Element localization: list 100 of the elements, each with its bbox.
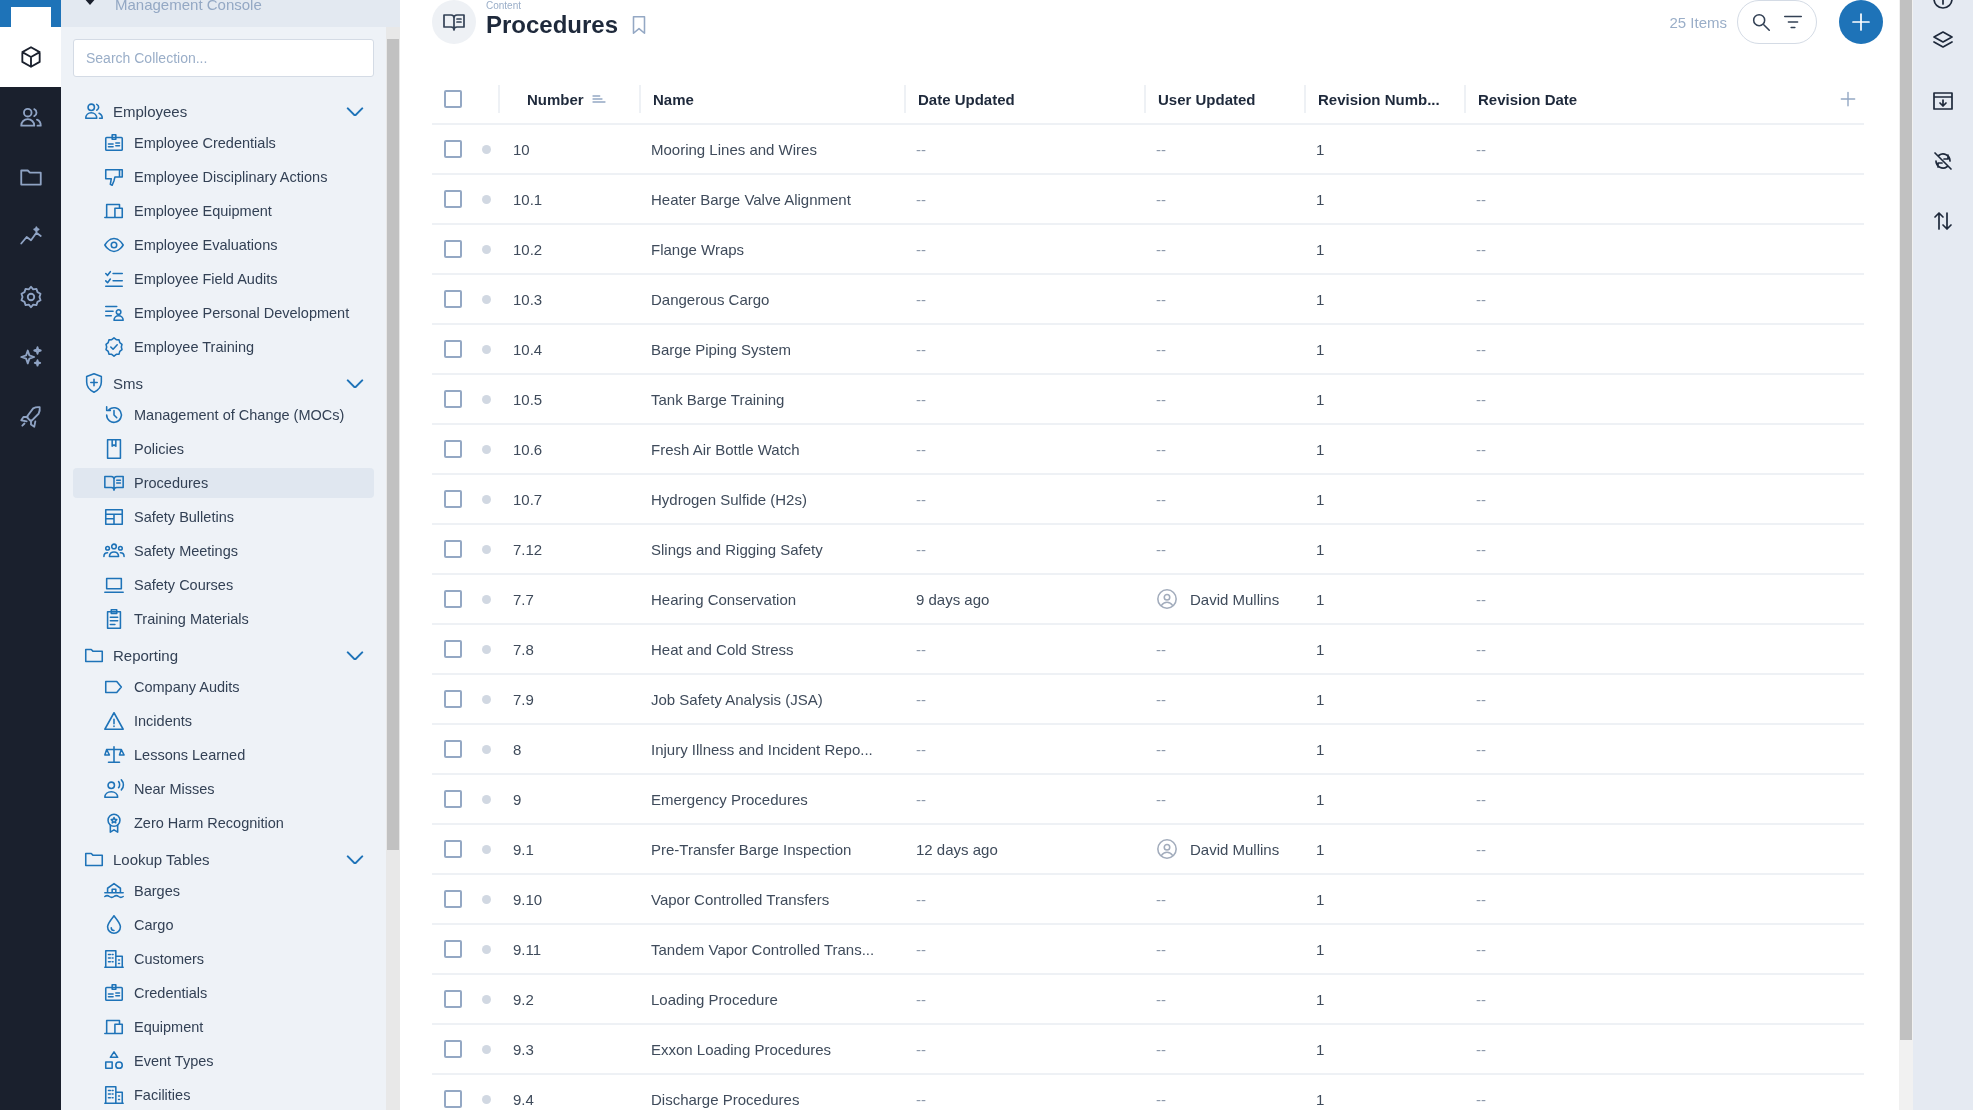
- column-header[interactable]: Number: [527, 90, 584, 108]
- row-checkbox[interactable]: [444, 540, 462, 558]
- nav-item[interactable]: Cargo: [73, 910, 374, 940]
- table-cell: --: [1156, 340, 1166, 358]
- row-checkbox[interactable]: [444, 340, 462, 358]
- table-cell: Discharge Procedures: [651, 1090, 800, 1108]
- nav-item[interactable]: Safety Courses: [73, 570, 374, 600]
- row-checkbox[interactable]: [444, 590, 462, 608]
- nav-item[interactable]: Procedures: [73, 468, 374, 498]
- status-dot: [482, 794, 491, 804]
- table-cell: 10.4: [513, 340, 543, 358]
- table-cell: --: [916, 790, 926, 808]
- search-field[interactable]: Search Collection...: [73, 39, 374, 77]
- nav-item[interactable]: Barges: [73, 876, 374, 906]
- id-badge-icon: [103, 982, 125, 1004]
- nav-item[interactable]: Zero Harm Recognition: [73, 808, 374, 838]
- column-header[interactable]: User Updated: [1158, 90, 1256, 108]
- rail-button[interactable]: [0, 27, 61, 87]
- scrollbar[interactable]: [386, 27, 400, 1110]
- scale-icon: [103, 744, 125, 766]
- row-checkbox[interactable]: [444, 1040, 462, 1058]
- nav-item[interactable]: Customers: [73, 944, 374, 974]
- nav-item[interactable]: Employee Disciplinary Actions: [73, 162, 374, 192]
- scrollbar[interactable]: [1899, 0, 1913, 1110]
- table-cell: --: [1476, 490, 1486, 508]
- table-cell: --: [1156, 240, 1166, 258]
- nav-item[interactable]: Employee Evaluations: [73, 230, 374, 260]
- nav-item[interactable]: Incidents: [73, 706, 374, 736]
- nav-item[interactable]: Credentials: [73, 978, 374, 1008]
- column-header[interactable]: Date Updated: [918, 90, 1015, 108]
- nav-item[interactable]: Management of Change (MOCs): [73, 400, 374, 430]
- nav-item[interactable]: Event Types: [73, 1046, 374, 1076]
- nav-item[interactable]: Employee Training: [73, 332, 374, 362]
- book-icon-button[interactable]: [432, 0, 476, 44]
- nav-group[interactable]: Reporting: [73, 638, 374, 672]
- table-cell: 10: [513, 140, 530, 158]
- table-cell: 1: [1316, 990, 1325, 1008]
- table-cell: 8: [513, 740, 522, 758]
- nav-item[interactable]: Employee Credentials: [73, 128, 374, 158]
- nav-item[interactable]: Training Materials: [73, 604, 374, 634]
- table-cell: Slings and Rigging Safety: [651, 540, 823, 558]
- row-checkbox[interactable]: [444, 390, 462, 408]
- nav-item[interactable]: Employee Personal Development: [73, 298, 374, 328]
- search-filter-pill[interactable]: [1737, 0, 1817, 44]
- nav-item[interactable]: Safety Meetings: [73, 536, 374, 566]
- add-button[interactable]: [1839, 0, 1883, 44]
- column-header[interactable]: Name: [653, 90, 694, 108]
- plus-icon: [1849, 10, 1873, 34]
- row-checkbox[interactable]: [444, 840, 462, 858]
- table-cell: --: [916, 390, 926, 408]
- nav-item[interactable]: Company Audits: [73, 672, 374, 702]
- table-cell: --: [916, 140, 926, 158]
- column-header[interactable]: Revision Numb...: [1318, 90, 1440, 108]
- row-checkbox[interactable]: [444, 190, 462, 208]
- table-cell: 1: [1316, 290, 1325, 308]
- nav-item[interactable]: Employee Field Audits: [73, 264, 374, 294]
- nav-item[interactable]: Facilities: [73, 1080, 374, 1110]
- table-cell: --: [1476, 640, 1486, 658]
- table-cell: --: [916, 990, 926, 1008]
- table-cell: --: [1156, 990, 1166, 1008]
- row-checkbox[interactable]: [444, 790, 462, 808]
- table-cell: --: [916, 490, 926, 508]
- nav-group[interactable]: Sms: [73, 366, 374, 400]
- nav-item[interactable]: Safety Bulletins: [73, 502, 374, 532]
- table-cell: Dangerous Cargo: [651, 290, 770, 308]
- table-cell: --: [916, 1040, 926, 1058]
- row-checkbox[interactable]: [444, 640, 462, 658]
- nav-item[interactable]: Equipment: [73, 1012, 374, 1042]
- row-checkbox[interactable]: [444, 240, 462, 258]
- chevron-down-icon: [346, 377, 364, 389]
- status-dot: [482, 1044, 491, 1054]
- column-header[interactable]: Revision Date: [1478, 90, 1578, 108]
- add-column-icon[interactable]: [1838, 89, 1858, 109]
- search-icon[interactable]: [1750, 11, 1772, 33]
- row-checkbox[interactable]: [444, 690, 462, 708]
- nav-group[interactable]: Lookup Tables: [73, 842, 374, 876]
- nav-item[interactable]: Near Misses: [73, 774, 374, 804]
- company-logo[interactable]: [10, 7, 51, 27]
- row-checkbox[interactable]: [444, 140, 462, 158]
- nav-item[interactable]: Lessons Learned: [73, 740, 374, 770]
- row-checkbox[interactable]: [444, 1090, 462, 1108]
- row-checkbox[interactable]: [444, 440, 462, 458]
- table-cell: 9.11: [513, 940, 542, 958]
- table-cell: --: [1476, 190, 1486, 208]
- table-cell: 1: [1316, 790, 1325, 808]
- status-dot: [482, 344, 491, 354]
- row-checkbox[interactable]: [444, 490, 462, 508]
- row-checkbox[interactable]: [444, 990, 462, 1008]
- nav-group[interactable]: Employees: [73, 94, 374, 128]
- status-dot: [482, 494, 491, 504]
- nav-item[interactable]: Policies: [73, 434, 374, 464]
- row-checkbox[interactable]: [444, 290, 462, 308]
- row-checkbox[interactable]: [444, 890, 462, 908]
- table-cell: Hearing Conservation: [651, 590, 797, 608]
- select-all-checkbox[interactable]: [444, 90, 462, 108]
- nav-item[interactable]: Employee Equipment: [73, 196, 374, 226]
- table-cell: 10.2: [513, 240, 543, 258]
- row-checkbox[interactable]: [444, 740, 462, 758]
- row-checkbox[interactable]: [444, 940, 462, 958]
- table-cell: 1: [1316, 840, 1325, 858]
